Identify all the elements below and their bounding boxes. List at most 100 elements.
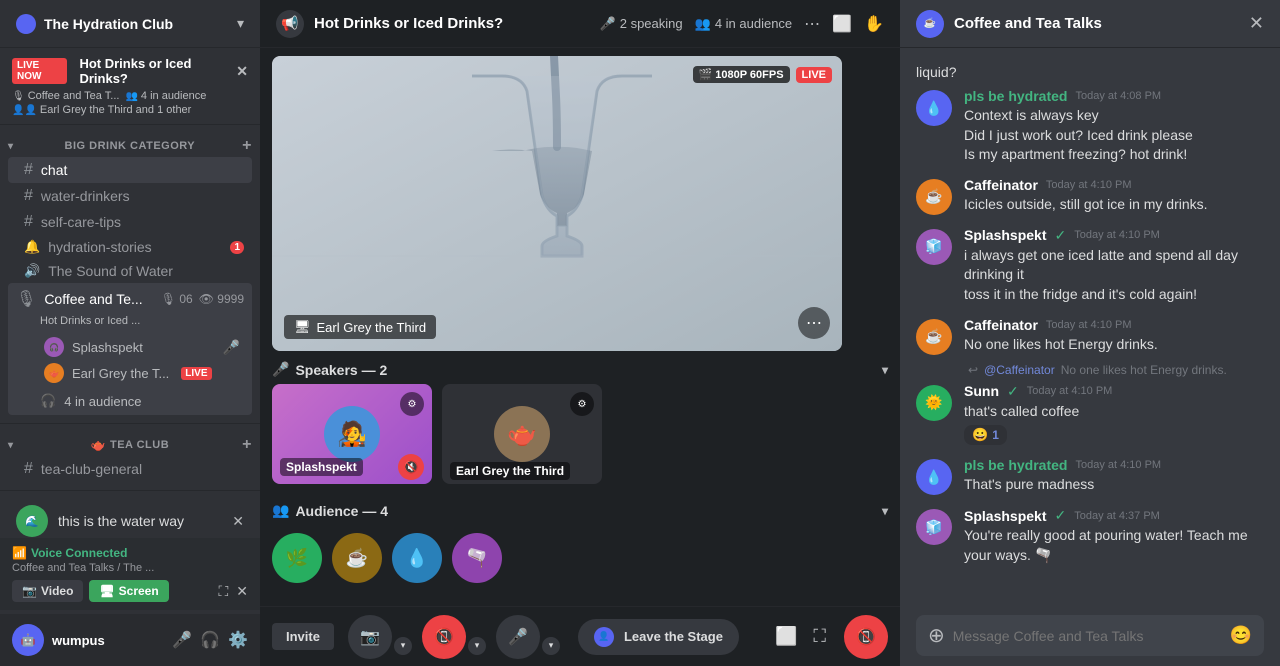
screen-btn[interactable]: 🖥 Screen (89, 580, 168, 602)
msg-content-2: Caffeinator Today at 4:10 PM Icicles out… (964, 177, 1264, 215)
video-btn[interactable]: 📷 Video (12, 580, 83, 602)
speaker-name-bar-earlgrey: Earl Grey the Third (442, 458, 602, 484)
voice-close-icon[interactable]: ✕ (236, 583, 248, 600)
popout-btn[interactable]: ⬜ (771, 622, 801, 651)
chat-input[interactable] (953, 628, 1222, 644)
msg-text-6: That's pure madness (964, 475, 1264, 495)
voice-right-actions: ⛶ ✕ (218, 580, 248, 602)
stage-user-earlgrey[interactable]: 🫖 Earl Grey the T... LIVE (40, 361, 244, 385)
mic-icon[interactable]: 🎤 (172, 630, 192, 650)
more-icon[interactable]: ⋯ (804, 14, 820, 34)
invite-btn[interactable]: Invite (272, 623, 334, 650)
live-now-close-btn[interactable]: ✕ (236, 63, 248, 80)
camera-ctrl-arrow[interactable]: ▾ (468, 637, 486, 655)
speakers-header[interactable]: 🎤 Speakers — 2 ▾ (272, 351, 888, 384)
mic-ctrl-arrow[interactable]: ▾ (542, 637, 560, 655)
channel-chat[interactable]: # chat (8, 157, 252, 183)
live-now-tag: LIVE NOW (12, 58, 67, 84)
category-big-drink[interactable]: ▾ BIG DRINK CATEGORY + (0, 133, 260, 157)
reaction-5[interactable]: 😀 1 (964, 425, 1007, 445)
speaking-count: 🎤 2 speaking (600, 16, 683, 32)
stage-header-meta: 🎤 2 speaking 👥 4 in audience (600, 16, 793, 32)
audience-member-1[interactable]: 🌿 (272, 533, 322, 583)
fullscreen-icon[interactable]: ⬜ (832, 14, 852, 34)
user-bar-actions: 🎤 🎧 ⚙️ (172, 630, 248, 650)
category-tea-club[interactable]: ▾ 🫖 TEA CLUB + (0, 432, 260, 456)
leave-stage-btn[interactable]: 👤 Leave the Stage (578, 619, 739, 655)
live-now-meta1: 🎙 Coffee and Tea T... (12, 90, 119, 102)
add-tea-channel-btn[interactable]: + (242, 436, 252, 454)
live-badge: LIVE (181, 367, 211, 380)
live-now-banner[interactable]: LIVE NOW Hot Drinks or Iced Drinks? ✕ 🎙 … (0, 48, 260, 125)
stage-channel[interactable]: 🎙 Coffee and Te... 🎙 06 👁 9999 Hot Drink… (8, 283, 252, 415)
msg-author-2: Caffeinator (964, 177, 1038, 193)
dm-item[interactable]: 🌊 this is the water way ✕ (8, 499, 252, 538)
msg-text-1a: Context is always key (964, 106, 1264, 126)
video-ctrl-btn[interactable]: 📷 (348, 615, 392, 659)
chat-close-btn[interactable]: ✕ (1249, 13, 1264, 34)
stage-user-splashspekt[interactable]: 🎧 Splashspekt 🎤 (40, 335, 244, 359)
video-ctrl-arrow[interactable]: ▾ (394, 637, 412, 655)
mic-section-icon: 🎤 (272, 361, 289, 378)
audience-toggle[interactable]: ▾ (882, 504, 888, 518)
chat-input-wrapper: ⊕ 😊 (916, 615, 1264, 656)
chat-input-bar: ⊕ 😊 (900, 605, 1280, 666)
reply-icon: ↩ (968, 363, 978, 377)
channel-self-care[interactable]: # self-care-tips (8, 209, 252, 235)
speaker-card-splashspekt[interactable]: ⚙ 🧑‍🎤 Splashspekt 🔇 (272, 384, 432, 484)
audience-member-2[interactable]: ☕ (332, 533, 382, 583)
msg-time-5: Today at 4:10 PM (1027, 385, 1113, 397)
voice-actions: 📷 Video 🖥 Screen ⛶ ✕ (12, 580, 248, 602)
msg-time-6: Today at 4:10 PM (1075, 459, 1161, 471)
msg-author-6: pls be hydrated (964, 457, 1067, 473)
video-ctrl-group: 📷 ▾ (348, 615, 412, 659)
verified-icon-3: ✓ (1054, 227, 1066, 244)
headphone-icon[interactable]: 🎧 (200, 630, 220, 650)
emoji-picker-icon[interactable]: 😊 (1230, 625, 1252, 646)
channel-sound-of-water[interactable]: 🔊 The Sound of Water (8, 259, 252, 283)
speakers-section: 🎤 Speakers — 2 ▾ ⚙ 🧑‍🎤 Splashspekt 🔇 ⚙ (260, 351, 900, 492)
camera-end-btn[interactable]: 📵 (422, 615, 466, 659)
msg-content-3: Splashspekt ✓ Today at 4:10 PM i always … (964, 227, 1264, 305)
server-header[interactable]: The Hydration Club ▾ (0, 0, 260, 48)
voice-expand-icon[interactable]: ⛶ (218, 583, 228, 600)
verified-icon-5: ✓ (1007, 383, 1019, 400)
server-name: The Hydration Club (44, 16, 237, 32)
stage-header-title: Hot Drinks or Iced Drinks? (314, 15, 600, 32)
mic-ctrl-btn[interactable]: 🎤 (496, 615, 540, 659)
chat-header-avatar: ☕ (916, 10, 944, 38)
audience-count: 👥 4 in audience (695, 16, 793, 32)
audience-header[interactable]: 👥 Audience — 4 ▾ (272, 492, 888, 525)
channel-tea-general[interactable]: # tea-club-general (8, 456, 252, 482)
msg-text-2: Icicles outside, still got ice in my dri… (964, 195, 1264, 215)
voice-connected-bar: 📶 Voice Connected Coffee and Tea Talks /… (0, 538, 260, 610)
user-avatar-earlgrey: 🫖 (44, 363, 64, 383)
stage-header-actions: ⋯ ⬜ ✋ (804, 14, 884, 34)
end-call-btn[interactable]: 📵 (844, 615, 888, 659)
stage-audience[interactable]: 🎧 4 in audience (8, 389, 252, 415)
msg-text-3b: toss it in the fridge and it's cold agai… (964, 285, 1264, 305)
settings-icon[interactable]: ⚙️ (228, 630, 248, 650)
msg-avatar-5: 🌞 (916, 385, 952, 421)
dm-close-btn[interactable]: ✕ (232, 513, 244, 530)
msg-text-1b: Did I just work out? Iced drink please (964, 126, 1264, 146)
channel-hydration-stories[interactable]: 🔔 hydration-stories 1 (8, 235, 252, 259)
voice-connected-subtitle: Coffee and Tea Talks / The ... (12, 562, 248, 574)
monitor-icon: 🖥 (294, 319, 311, 335)
channel-water-drinkers[interactable]: # water-drinkers (8, 183, 252, 209)
signal-icon: 📶 (12, 546, 27, 560)
chat-panel: ☕ Coffee and Tea Talks ✕ liquid? 💧 pls b… (900, 0, 1280, 666)
audience-member-4[interactable]: 🫗 (452, 533, 502, 583)
expand-btn[interactable]: ⛶ (809, 622, 830, 651)
speaker-card-earlgrey[interactable]: ⚙ 🫖 Earl Grey the Third (442, 384, 602, 484)
hand-icon[interactable]: ✋ (864, 14, 884, 34)
audience-member-3[interactable]: 💧 (392, 533, 442, 583)
msg-author-7: Splashspekt (964, 508, 1046, 524)
chat-add-icon[interactable]: ⊕ (928, 623, 945, 648)
video-more-btn[interactable]: ⋯ (798, 307, 830, 339)
message-group-3: 🧊 Splashspekt ✓ Today at 4:10 PM i alway… (900, 223, 1280, 309)
speakers-toggle[interactable]: ▾ (882, 363, 888, 377)
divider2 (0, 490, 260, 491)
tea-icon: 🫖 (91, 438, 106, 452)
add-channel-btn[interactable]: + (242, 137, 252, 155)
